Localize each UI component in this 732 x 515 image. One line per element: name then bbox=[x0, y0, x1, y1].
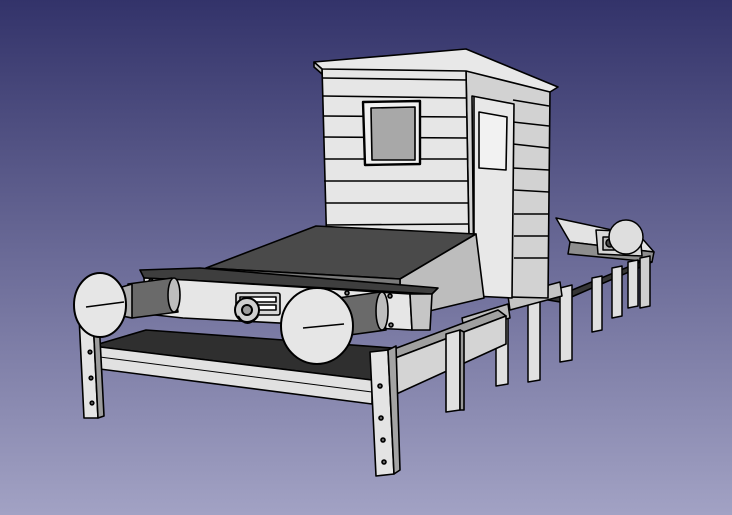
far-buffer-head bbox=[608, 219, 644, 255]
3d-viewport[interactable] bbox=[0, 0, 732, 515]
right-front-post bbox=[369, 345, 401, 477]
cab-front-window-glass bbox=[370, 106, 416, 161]
near-side-posts bbox=[445, 329, 465, 413]
coupling-hook bbox=[234, 297, 260, 324]
cab-door-window bbox=[478, 111, 508, 171]
model-canvas[interactable] bbox=[0, 0, 732, 515]
